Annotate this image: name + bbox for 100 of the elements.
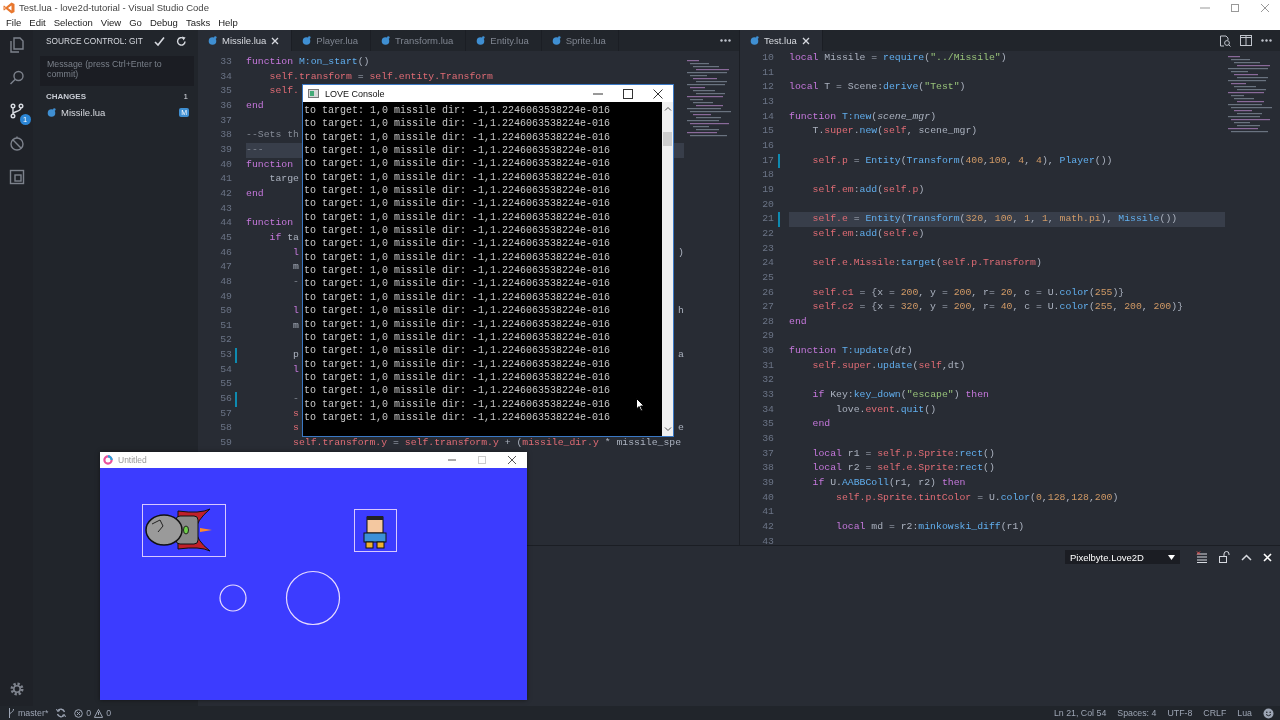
- code-line: --Sets th: [246, 128, 299, 143]
- line-number: 40: [761, 490, 774, 505]
- status-item[interactable]: Ln 21, Col 54: [1053, 708, 1107, 718]
- code-line: local Missile = require("../Missile"): [789, 51, 1007, 65]
- scrollbar-thumb[interactable]: [663, 132, 672, 146]
- lua-file-icon: [381, 36, 391, 45]
- menu-item[interactable]: Edit: [25, 17, 50, 28]
- line-number: 11: [761, 65, 774, 80]
- console-line: to target: 1,0 missile dir: -1,1.2246063538224e-016: [304, 224, 611, 238]
- line-number: 29: [761, 329, 774, 344]
- code-line: s: [292, 406, 299, 421]
- refresh-icon[interactable]: [175, 35, 187, 47]
- line-number: 38: [219, 128, 232, 143]
- status-item[interactable]: Lua: [1237, 708, 1252, 718]
- split-editor-icon[interactable]: [1240, 35, 1252, 46]
- editor-tab[interactable]: Test.lua: [740, 30, 823, 51]
- smiley-icon[interactable]: [1263, 707, 1274, 719]
- menu-item[interactable]: Tasks: [181, 17, 215, 28]
- output-dropdown[interactable]: Pixelbyte.Love2D: [1065, 550, 1180, 564]
- code-line: s: [292, 421, 299, 436]
- line-number: 34: [219, 69, 232, 84]
- error-count: 0: [86, 708, 92, 718]
- code-line: end: [246, 98, 264, 113]
- menu-item[interactable]: Go: [125, 17, 146, 28]
- line-number: 42: [761, 520, 774, 534]
- status-item[interactable]: CRLF: [1203, 708, 1227, 718]
- line-number: 46: [219, 245, 232, 260]
- console-line: to target: 1,0 missile dir: -1,1.2246063538224e-016: [304, 117, 611, 131]
- line-number: 38: [761, 461, 774, 476]
- problems-status[interactable]: 0 0: [74, 708, 112, 718]
- commit-check-icon[interactable]: [153, 35, 165, 47]
- maximize-icon: [477, 455, 487, 465]
- code-line: -: [292, 274, 299, 289]
- menu-item[interactable]: Help: [214, 17, 242, 28]
- line-number: 26: [761, 285, 774, 300]
- mouse-cursor-icon: [636, 398, 645, 412]
- branch-status[interactable]: master*: [8, 708, 49, 718]
- line-number: 36: [761, 432, 774, 447]
- line-number: 10: [761, 51, 774, 65]
- line-number: 39: [219, 142, 232, 157]
- missile-drawing: [145, 508, 212, 552]
- code-line: self.e.Missile:target(self.p.Transform): [811, 256, 1042, 271]
- console-line: to target: 1,0 missile dir: -1,1.2246063538224e-016: [304, 210, 611, 225]
- open-changes-icon[interactable]: [1219, 34, 1231, 47]
- warning-count: 0: [106, 708, 112, 718]
- line-number: 15: [761, 124, 774, 139]
- code-line: end: [789, 314, 807, 329]
- line-number: 34: [761, 402, 774, 417]
- status-item[interactable]: UTF-8: [1167, 708, 1193, 718]
- lock-icon[interactable]: [1219, 551, 1230, 563]
- code-line: if Key:key_down("escape") then: [811, 388, 989, 403]
- code-line: self.c1 = {x = 200, y = 200, r= 20, c = U.color(255)}: [811, 285, 1125, 300]
- code-line: end: [246, 186, 264, 201]
- lua-file-icon: [47, 107, 56, 117]
- line-number: 59: [219, 436, 232, 451]
- line-number: 24: [761, 256, 774, 271]
- sync-icon[interactable]: [56, 708, 67, 718]
- menu-item[interactable]: Selection: [49, 17, 97, 28]
- line-number: 16: [761, 138, 774, 153]
- code-line: self.transform.y = self.transform.y + (missile_dir.y * missile_spe: [292, 436, 682, 451]
- code-line: if U.AABBColl(r1, r2) then: [811, 476, 966, 491]
- console-line: to target: 1,0 missile dir: -1,1.2246063538224e-016: [304, 370, 611, 385]
- more-icon[interactable]: [1261, 39, 1272, 42]
- code-line: m: [292, 260, 299, 275]
- console-line: to target: 1,0 missile dir: -1,1.2246063538224e-016: [304, 170, 611, 185]
- lua-file-icon: [750, 36, 759, 45]
- close-icon[interactable]: [271, 36, 280, 45]
- status-item[interactable]: Spaces: 4: [1117, 708, 1157, 718]
- app-logo-icon: [3, 1, 15, 14]
- more-icon[interactable]: [720, 39, 731, 42]
- line-number: 55: [219, 377, 232, 392]
- line-number: 12: [761, 80, 774, 95]
- code-line: function T:new(scene_mgr): [789, 109, 937, 124]
- menu-item[interactable]: Debug: [145, 17, 182, 28]
- menu-item[interactable]: File: [2, 17, 26, 28]
- console-line: to target: 1,0 missile dir: -1,1.2246063538224e-016: [304, 144, 611, 158]
- chevron-up-icon[interactable]: [1241, 553, 1252, 561]
- line-number: 22: [761, 226, 774, 241]
- line-number: 28: [761, 314, 774, 329]
- code-line: -: [292, 392, 299, 407]
- console-line: to target: 1,0 missile dir: -1,1.2246063538224e-016: [304, 184, 611, 198]
- lua-file-icon: [208, 36, 217, 45]
- code-line: l: [292, 362, 299, 377]
- menu-item[interactable]: View: [96, 17, 126, 28]
- close-icon: [507, 455, 517, 465]
- section-header[interactable]: CHANGES: [46, 92, 86, 101]
- collision-circle: [285, 570, 341, 626]
- console-line: to target: 1,0 missile dir: -1,1.2246063538224e-016: [304, 384, 611, 398]
- warning-icon: [94, 708, 104, 718]
- editor-tab[interactable]: Missile.lua: [198, 30, 293, 51]
- scrollbar[interactable]: [662, 102, 673, 436]
- console-line: to target: 1,0 missile dir: -1,1.2246063538224e-016: [304, 410, 611, 425]
- line-number: 57: [219, 406, 232, 421]
- code-fragment: a: [678, 348, 684, 363]
- line-number: 21: [761, 212, 774, 227]
- code-line: local r1 = self.p.Sprite:rect(): [811, 446, 995, 461]
- commit-message-field[interactable]: Message (press Ctrl+Enter to commit): [40, 56, 194, 86]
- code-line: function: [246, 216, 294, 231]
- close-icon[interactable]: [801, 36, 810, 45]
- clear-output-icon[interactable]: [1196, 551, 1208, 563]
